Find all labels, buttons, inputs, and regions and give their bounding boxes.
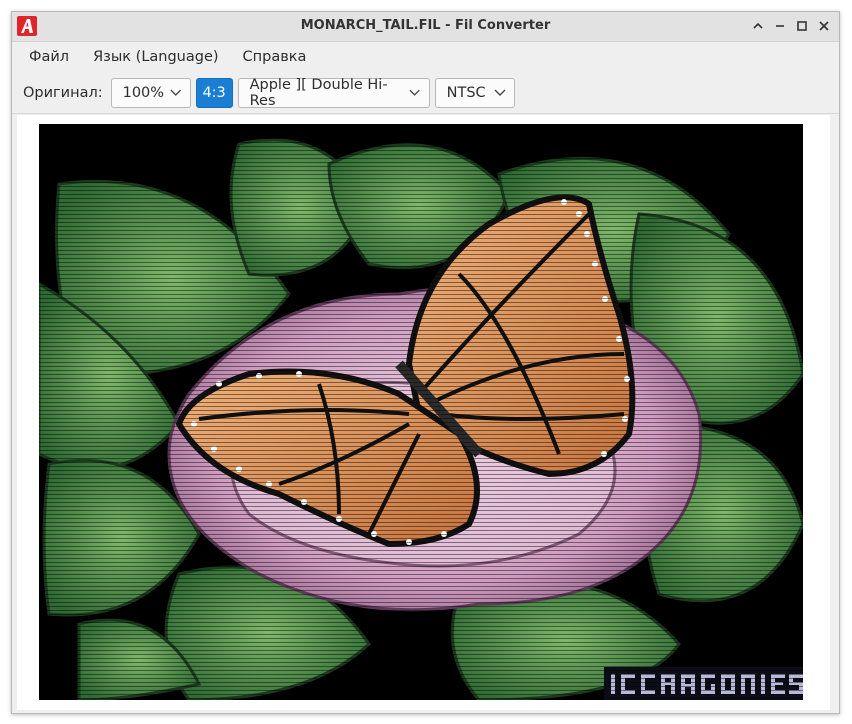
chevron-down-icon	[409, 89, 421, 96]
image-viewport[interactable]	[17, 115, 830, 710]
zoom-select[interactable]: 100%	[110, 78, 191, 108]
minimize-icon[interactable]	[771, 17, 789, 35]
toolbar: Оригинал: 100% 4:3 Apple ][ Double Hi-Re…	[12, 73, 839, 114]
chevron-down-icon	[494, 89, 506, 96]
menu-language[interactable]: Язык (Language)	[81, 45, 230, 69]
chevron-down-icon	[170, 89, 182, 96]
app-window: MONARCH_TAIL.FIL - Fil Converter Файл Яз…	[11, 11, 840, 714]
close-icon[interactable]	[815, 17, 833, 35]
zoom-value: 100%	[122, 85, 165, 101]
chevron-up-icon[interactable]	[749, 17, 767, 35]
format-select[interactable]: Apple ][ Double Hi-Res	[237, 77, 430, 109]
format-value: Apple ][ Double Hi-Res	[249, 77, 388, 109]
window-title: MONARCH_TAIL.FIL - Fil Converter	[300, 18, 551, 33]
video-mode-select[interactable]: NTSC	[434, 78, 515, 108]
menu-help[interactable]: Справка	[231, 45, 319, 69]
converted-image	[39, 124, 803, 700]
video-mode-value: NTSC	[446, 85, 486, 101]
maximize-icon[interactable]	[793, 17, 811, 35]
aspect-ratio-toggle[interactable]: 4:3	[195, 78, 233, 108]
menu-bar: Файл Язык (Language) Справка	[12, 42, 839, 72]
original-label: Оригинал:	[23, 85, 103, 101]
menu-file[interactable]: Файл	[17, 45, 81, 69]
title-bar[interactable]: MONARCH_TAIL.FIL - Fil Converter	[12, 12, 839, 42]
window-controls	[749, 17, 833, 35]
